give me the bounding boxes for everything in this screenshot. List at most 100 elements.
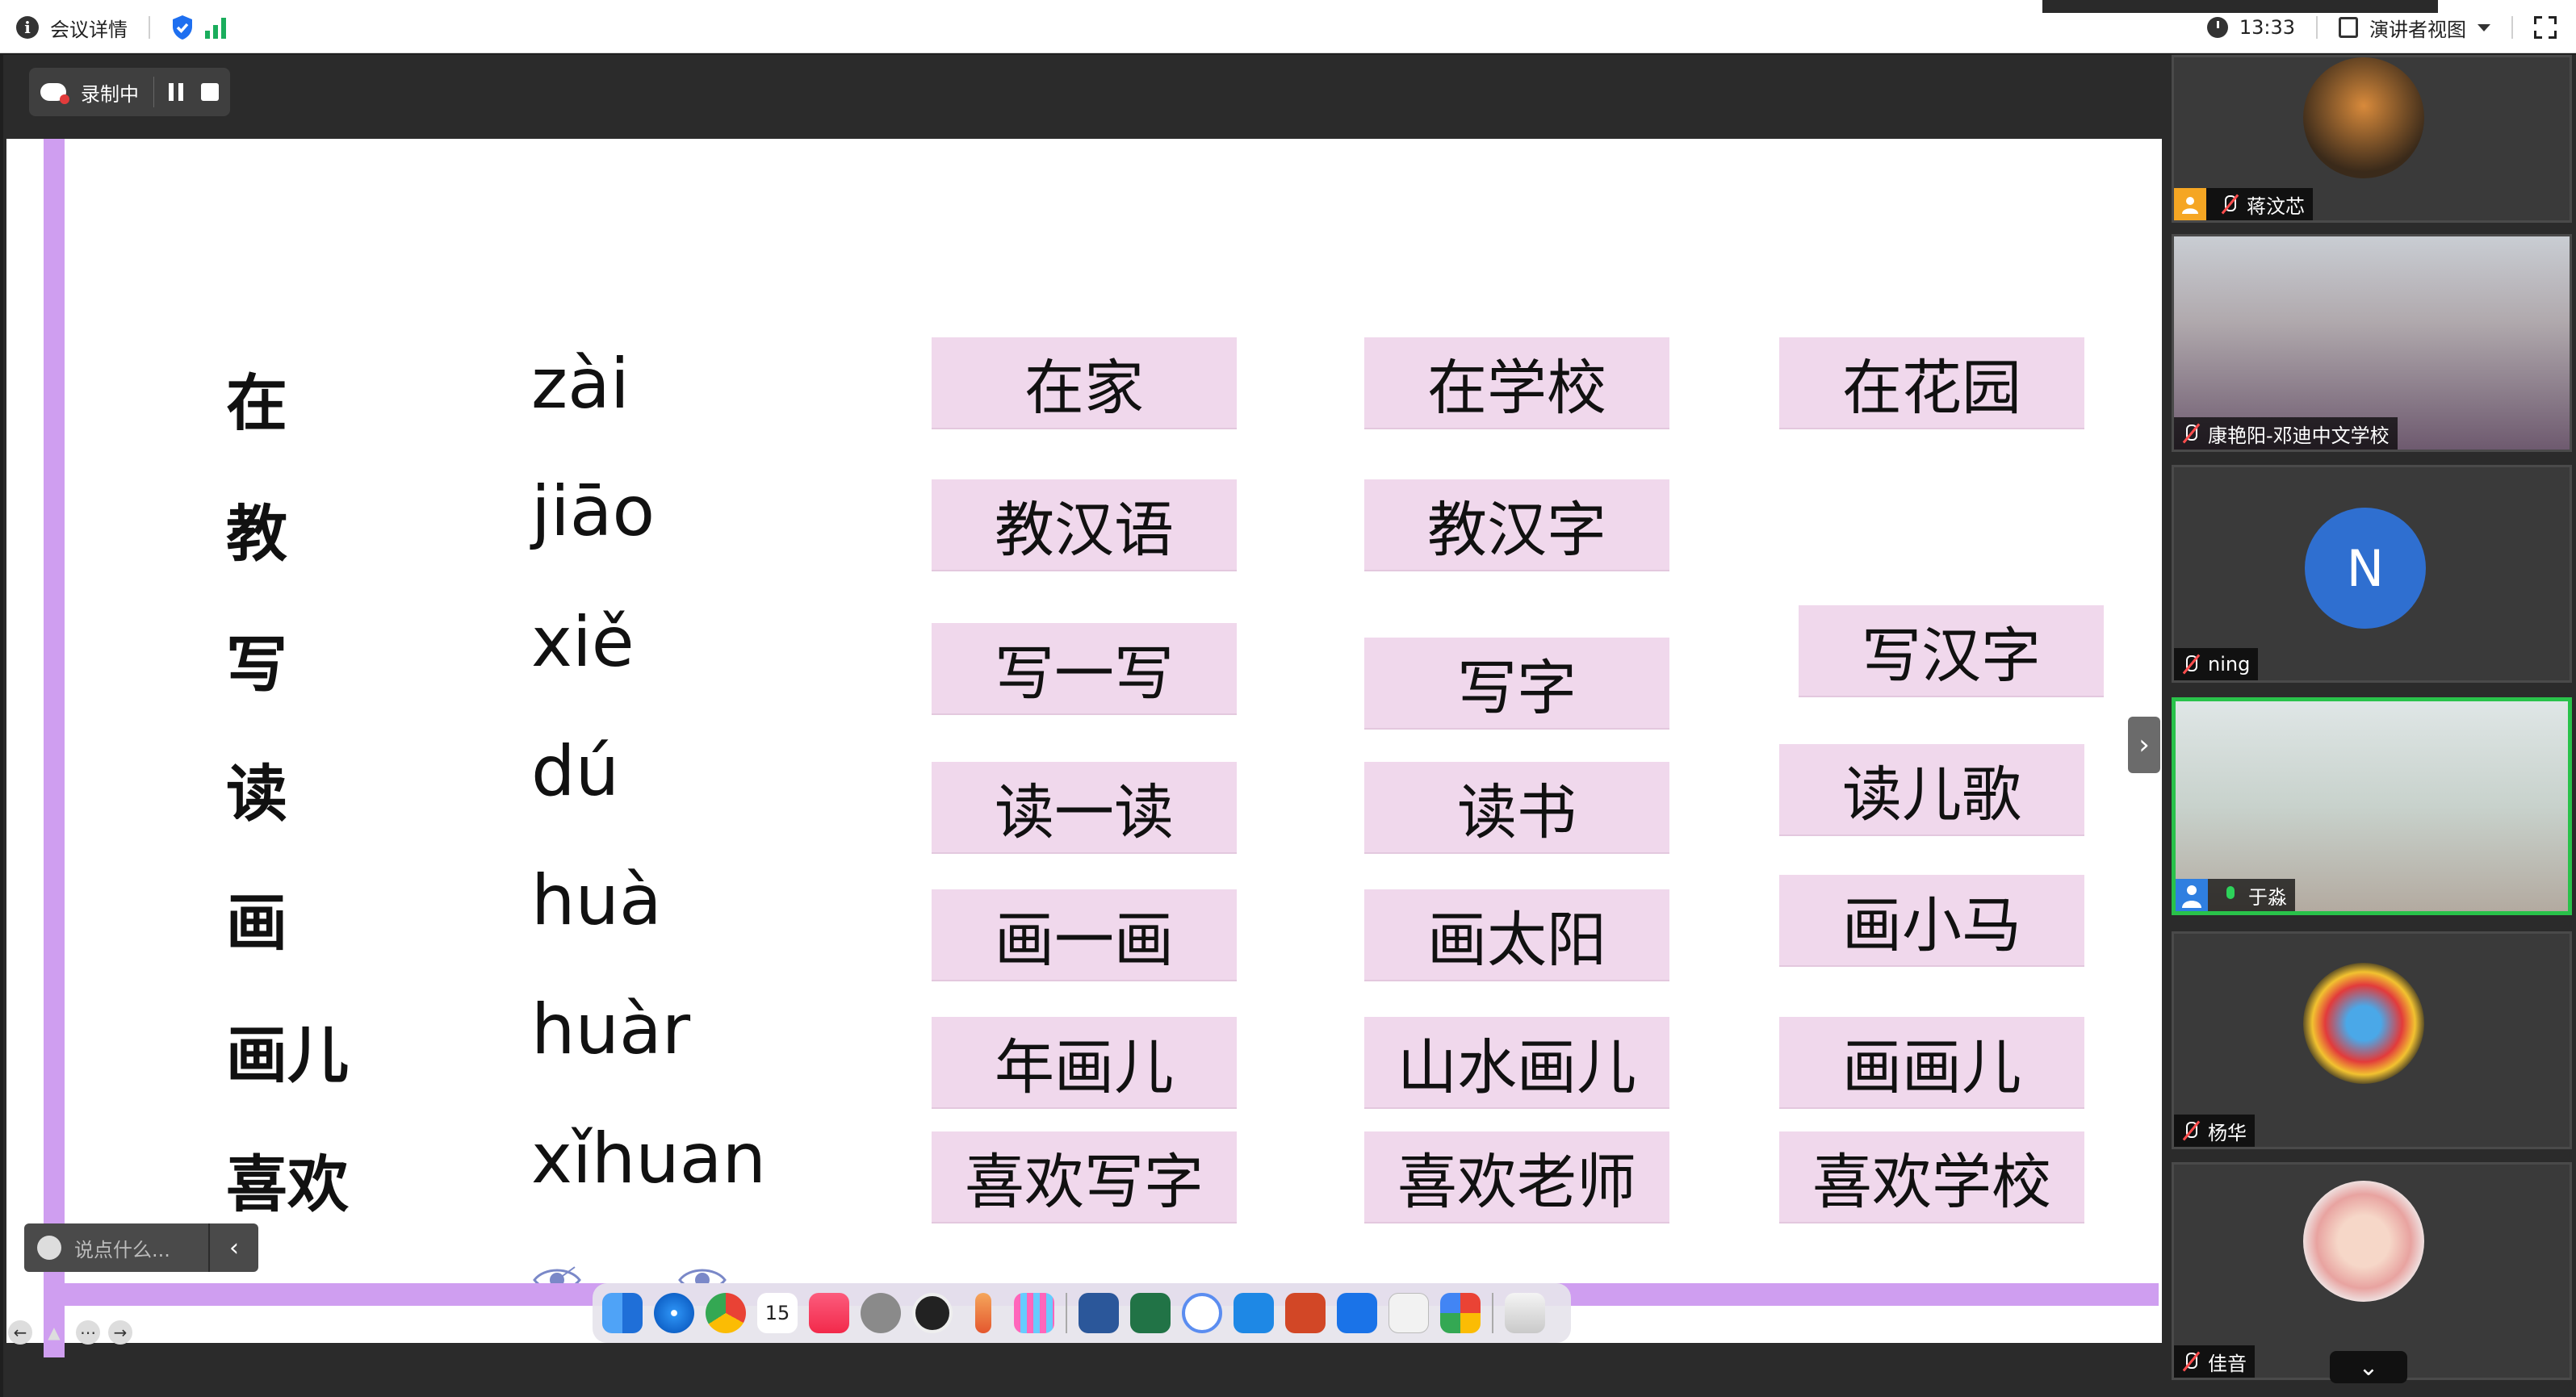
participant-nametag: 蒋汶芯 [2174,188,2313,220]
digital-paper-icon[interactable] [1389,1293,1429,1333]
pinyin: xǐhuan [531,1119,767,1199]
emoji-icon[interactable] [37,1236,61,1260]
participant-name: 佳音 [2208,1352,2247,1375]
panel-toggle-chevron-icon[interactable]: › [2128,717,2160,773]
mic-muted-icon [2180,654,2201,675]
launchpad-icon[interactable] [1014,1293,1054,1333]
recording-status: 录制中 [81,82,139,106]
meeting-details-link[interactable]: 会议详情 [50,14,128,42]
excel-icon[interactable] [1130,1293,1171,1333]
powerpoint-icon[interactable] [1285,1293,1326,1333]
dock-separator [1066,1293,1067,1333]
collapse-chevron-icon[interactable]: ‹ [210,1234,258,1262]
lark-icon[interactable] [1234,1293,1274,1333]
scroll-down-chevron-icon[interactable]: ⌄ [2330,1351,2407,1383]
word-card: 喜欢学校 [1779,1131,2084,1223]
participant-tile[interactable]: 康艳阳-邓迪中文学校 [2172,234,2572,452]
participant-tile[interactable]: 杨华 [2172,931,2572,1149]
top-bar: i 会议详情 13:33 演讲者视图 [0,0,2576,53]
chrome-icon[interactable] [706,1293,746,1333]
hanzi: 读 [226,758,287,830]
info-icon[interactable]: i [16,16,39,39]
word-card: 在花园 [1779,337,2084,429]
participant-tile-active-speaker[interactable]: 于淼 [2172,697,2572,915]
next-slide-icon[interactable]: → [108,1320,132,1345]
finder-icon[interactable] [602,1293,643,1333]
mic-muted-icon [2180,423,2201,444]
clock-app-icon[interactable] [912,1293,953,1333]
participant-tile[interactable]: 佳音 [2172,1162,2572,1380]
trash-icon[interactable] [1505,1293,1545,1333]
pause-recording-button[interactable] [169,83,186,101]
word-card: 画小马 [1779,875,2084,967]
participant-tile[interactable]: N ning [2172,465,2572,683]
presentation-slide: ↕ 在 zài 在家 在学校 在花园 教 jiāo 教汉语 教汉字 写 xiě … [6,139,2162,1343]
pinyin: huàr [531,989,691,1070]
pinyin: huà [531,860,662,941]
app-store-icon[interactable] [1440,1293,1481,1333]
avatar [2303,1181,2424,1302]
divider [2316,16,2318,39]
comment-input[interactable]: 说点什么... [74,1234,208,1262]
comment-box[interactable]: 说点什么... ‹ [24,1223,258,1272]
word-card: 喜欢写字 [932,1131,1237,1223]
music-icon[interactable] [809,1293,849,1333]
word-icon[interactable] [1079,1293,1119,1333]
pinyin: jiāo [531,471,656,552]
word-card: 教汉字 [1364,479,1669,571]
shield-icon[interactable] [171,15,194,40]
participant-nametag: 康艳阳-邓迪中文学校 [2174,417,2398,450]
word-card: 写一写 [932,623,1237,715]
avatar: N [2305,508,2426,629]
mic-muted-icon [2180,1120,2201,1141]
pen-tool-icon[interactable]: ▲ [42,1320,66,1345]
slide-decor-border-left [44,139,65,1357]
stop-recording-button[interactable] [201,83,219,101]
meeting-app-icon[interactable] [1182,1293,1222,1333]
participant-tile[interactable]: 蒋汶芯 [2172,55,2572,223]
macos-dock: 15 [593,1283,1571,1343]
host-icon [2174,188,2206,220]
pinyin: dú [531,731,620,812]
dock-separator [1492,1293,1493,1333]
presenter-view-icon[interactable] [2339,17,2358,38]
mic-muted-icon [2219,194,2240,215]
more-options-icon[interactable]: ⋯ [76,1320,100,1345]
word-card: 在学校 [1364,337,1669,429]
divider [2511,16,2513,39]
calendar-icon[interactable]: 15 [757,1293,798,1333]
hanzi: 画 [226,887,287,959]
previous-slide-icon[interactable]: ← [8,1320,32,1345]
word-card: 画一画 [932,889,1237,981]
recording-bar: 录制中 [29,68,230,116]
cloud-recording-icon [40,83,69,104]
top-bar-left: i 会议详情 [16,11,229,44]
fullscreen-icon[interactable] [2534,16,2557,39]
participant-name: 康艳阳-邓迪中文学校 [2208,424,2390,447]
participant-nametag: 杨华 [2174,1115,2255,1147]
pinyin: xiě [531,602,635,683]
participant-nametag: ning [2174,648,2259,680]
divider [153,77,154,107]
word-card: 读书 [1364,762,1669,854]
word-card: 年画儿 [932,1017,1237,1109]
chevron-down-icon[interactable] [2478,23,2490,31]
meeting-time: 13:33 [2239,16,2295,39]
network-signal-icon[interactable] [205,16,229,39]
participant-nametag: 于淼 [2176,879,2295,911]
participant-panel: 蒋汶芯 康艳阳-邓迪中文学校 N ning 于淼 杨华 佳音 ⌄ [2162,55,2576,1397]
divider [149,16,150,39]
participant-nametag: 佳音 [2174,1345,2255,1378]
avatar [2303,57,2424,178]
clock-icon [2206,17,2228,38]
pinyin: zài [531,344,630,425]
system-settings-icon[interactable] [861,1293,901,1333]
participant-name: ning [2208,653,2251,675]
word-card: 喜欢老师 [1364,1131,1669,1223]
view-mode-dropdown[interactable]: 演讲者视图 [2369,14,2466,42]
word-card: 画画儿 [1779,1017,2084,1109]
tencent-meeting-icon[interactable] [1337,1293,1377,1333]
iphone-mirroring-icon[interactable] [975,1293,991,1333]
word-card: 写字 [1364,638,1669,730]
safari-icon[interactable] [654,1293,694,1333]
